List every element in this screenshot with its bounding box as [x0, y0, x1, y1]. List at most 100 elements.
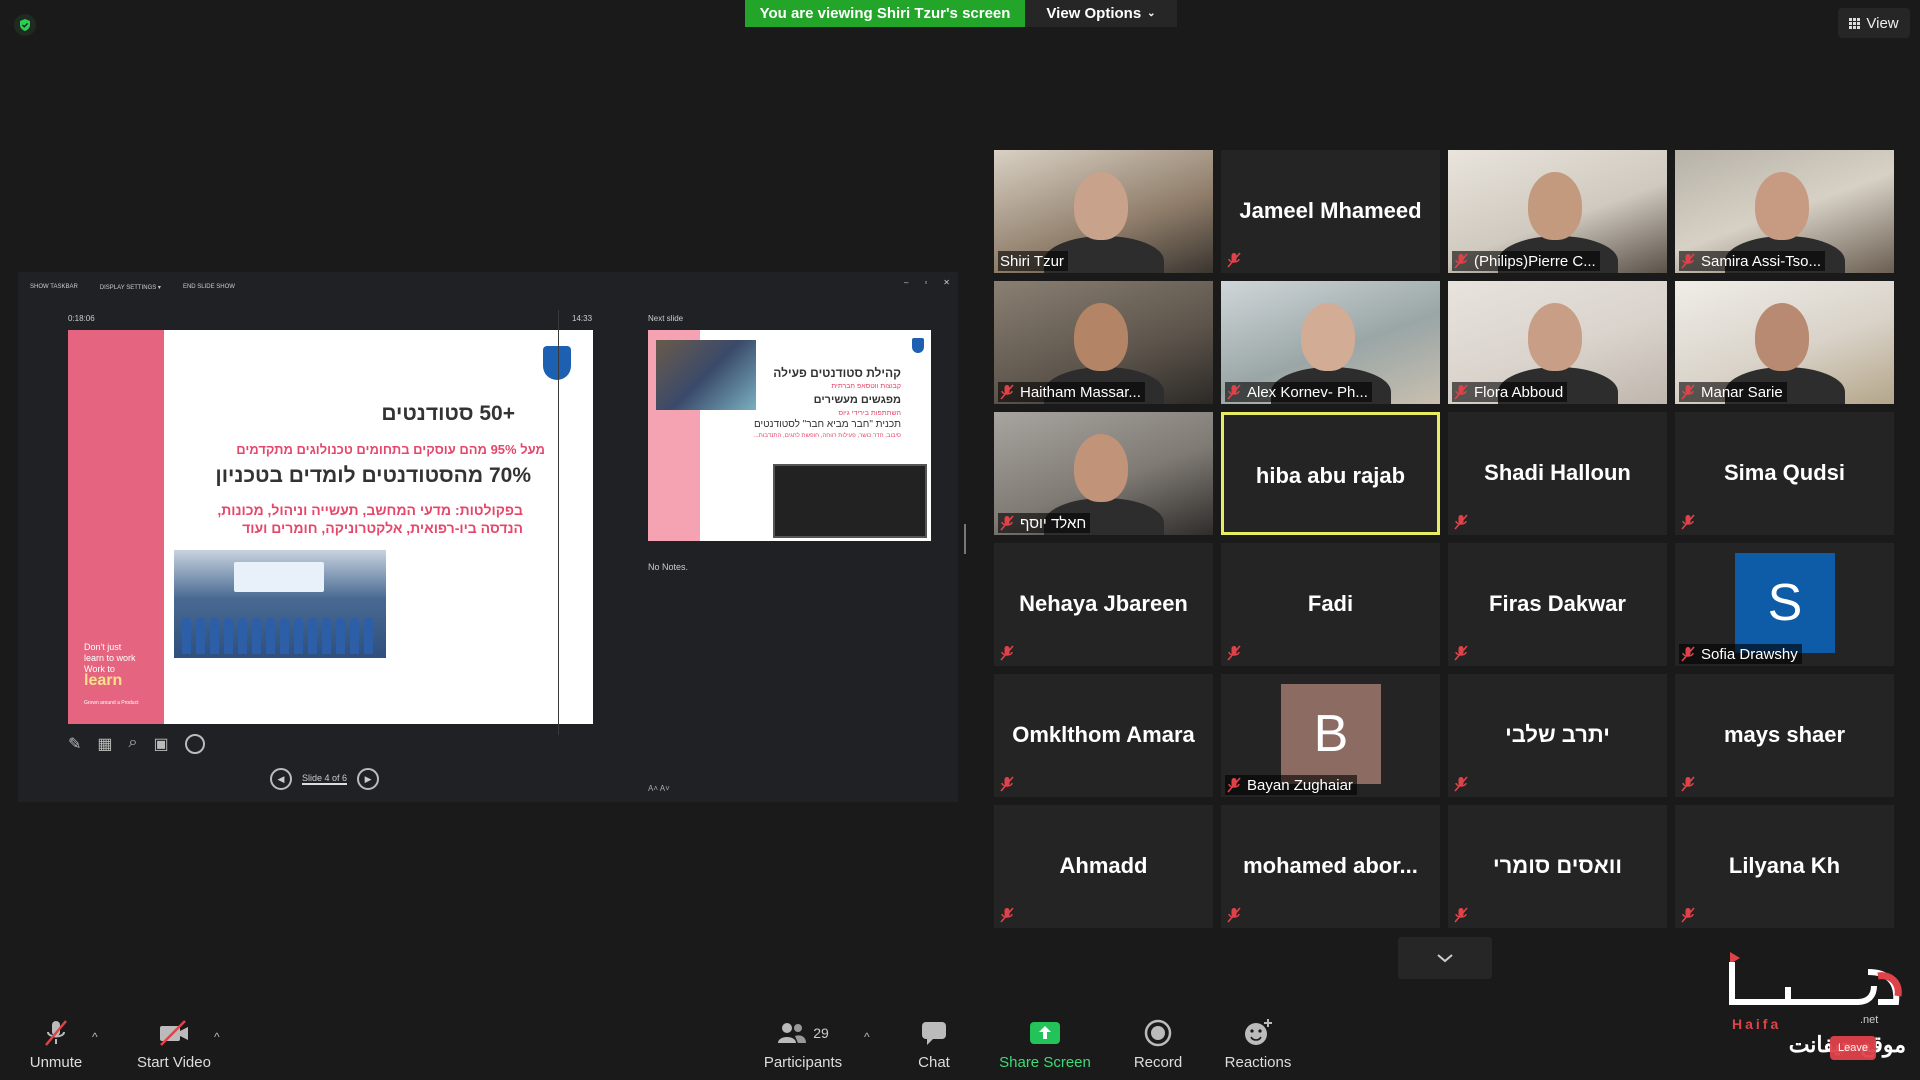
- person-face: [1528, 303, 1582, 371]
- muted-mic-icon: [1452, 513, 1470, 531]
- participant-tile[interactable]: Firas Dakwar: [1448, 543, 1667, 666]
- muted-mic-icon: [1452, 252, 1470, 270]
- participant-name: Samira Assi-Tso...: [1701, 252, 1822, 270]
- video-options-caret-icon[interactable]: ^: [214, 1030, 220, 1044]
- person-face: [1301, 303, 1355, 371]
- next-slide-icon[interactable]: ▶: [357, 768, 380, 790]
- microphone-muted-icon: [42, 1018, 70, 1048]
- participant-tile[interactable]: Shadi Halloun: [1448, 412, 1667, 535]
- reactions-button[interactable]: Reactions: [1222, 1018, 1294, 1071]
- participant-tile[interactable]: mohamed abor...: [1221, 805, 1440, 928]
- participant-tile[interactable]: (Philips)Pierre C...: [1448, 150, 1667, 273]
- slide-headline: +50 סטודנטים: [381, 402, 515, 425]
- view-splitter-handle[interactable]: [964, 524, 966, 554]
- participant-tile[interactable]: Jameel Mhameed: [1221, 150, 1440, 273]
- slide-line-2: 70% מהסטודנטים לומדים בטכניון: [215, 464, 531, 487]
- muted-mic-icon: [998, 906, 1016, 924]
- participant-name: Shadi Halloun: [1484, 460, 1631, 485]
- participant-tile[interactable]: וואסים סומרי: [1448, 805, 1667, 928]
- participant-tile[interactable]: B Bayan Zughaiar: [1221, 674, 1440, 797]
- participant-tile[interactable]: יתרב שלבי: [1448, 674, 1667, 797]
- muted-mic-icon: [1225, 906, 1243, 924]
- participants-icon: [778, 1023, 807, 1043]
- zoom-icon[interactable]: ⌕: [129, 734, 138, 754]
- prev-slide-icon[interactable]: ◀: [270, 768, 292, 790]
- participant-label: (Philips)Pierre C...: [1452, 251, 1600, 271]
- font-size-controls[interactable]: A˄ A˅: [648, 784, 670, 793]
- current-slide: Don't just learn to work Work to learn G…: [68, 330, 593, 724]
- close-icon[interactable]: ✕: [943, 278, 950, 287]
- more-options-icon[interactable]: [184, 734, 205, 754]
- display-settings-button[interactable]: DISPLAY SETTINGS ▾: [100, 284, 161, 291]
- audio-options-caret-icon[interactable]: ^: [92, 1030, 98, 1044]
- leave-button[interactable]: Leave: [1830, 1036, 1876, 1060]
- participants-caret-icon[interactable]: ^: [864, 1030, 870, 1044]
- participants-button[interactable]: 29 Participants: [760, 1018, 846, 1071]
- chat-button[interactable]: Chat: [906, 1018, 962, 1071]
- end-slide-show-button[interactable]: END SLIDE SHOW: [183, 284, 235, 290]
- participant-tile[interactable]: Fadi: [1221, 543, 1440, 666]
- participant-tile[interactable]: Sima Qudsi: [1675, 412, 1894, 535]
- show-taskbar-button[interactable]: SHOW TASKBAR: [30, 284, 78, 290]
- unmute-button[interactable]: Unmute: [26, 1018, 86, 1071]
- start-video-button[interactable]: Start Video: [132, 1018, 216, 1071]
- share-screen-button[interactable]: Share Screen: [998, 1018, 1092, 1071]
- chat-label: Chat: [918, 1054, 950, 1071]
- participant-name: Ahmadd: [1059, 853, 1148, 878]
- participant-tile[interactable]: hiba abu rajab: [1221, 412, 1440, 535]
- record-icon: [1144, 1018, 1172, 1048]
- presentation-clock: 14:33: [572, 314, 593, 323]
- muted-mic-icon: [1225, 644, 1243, 662]
- participant-tile[interactable]: Haitham Massar...: [994, 281, 1213, 404]
- participant-name: mays shaer: [1723, 722, 1846, 747]
- all-slides-icon[interactable]: ▦: [97, 734, 112, 754]
- share-screen-label: Share Screen: [999, 1054, 1091, 1071]
- black-screen-icon[interactable]: ▣: [154, 734, 169, 754]
- slide-tagline: Don't just learn to work Work to learn G…: [84, 642, 139, 706]
- participant-name: Shiri Tzur: [1000, 252, 1064, 270]
- participant-tile[interactable]: Manar Sarie: [1675, 281, 1894, 404]
- participant-tile[interactable]: Samira Assi-Tso...: [1675, 150, 1894, 273]
- participant-name: Lilyana Kh: [1728, 853, 1841, 878]
- philips-logo-icon: [543, 346, 571, 380]
- participant-name: Bayan Zughaiar: [1247, 776, 1353, 794]
- unmute-label: Unmute: [29, 1054, 83, 1071]
- participant-tile[interactable]: חאלד יוסף: [994, 412, 1213, 535]
- watermark-brand: Haifa: [1732, 1016, 1782, 1032]
- person-face: [1755, 303, 1809, 371]
- participant-tile[interactable]: S Sofia Drawshy: [1675, 543, 1894, 666]
- minimize-icon[interactable]: –: [904, 278, 908, 287]
- philips-logo-small-icon: [912, 338, 924, 353]
- restore-icon[interactable]: ▫: [924, 278, 927, 287]
- participant-tile[interactable]: Nehaya Jbareen: [994, 543, 1213, 666]
- participant-tile[interactable]: Omklthom Amara: [994, 674, 1213, 797]
- participant-tile[interactable]: Alex Kornev- Ph...: [1221, 281, 1440, 404]
- muted-mic-icon: [1225, 251, 1243, 269]
- pen-icon[interactable]: ✎: [68, 734, 81, 754]
- security-shield-icon[interactable]: [14, 14, 36, 36]
- slide-line-3: בפקולטות: מדעי המחשב, תעשייה וניהול, מכו…: [217, 502, 523, 518]
- participant-tile[interactable]: Shiri Tzur: [994, 150, 1213, 273]
- participant-tile[interactable]: Flora Abboud: [1448, 281, 1667, 404]
- muted-mic-icon: [1679, 513, 1697, 531]
- view-options-button[interactable]: View Options ⌄: [1025, 0, 1177, 27]
- participant-tile[interactable]: mays shaer: [1675, 674, 1894, 797]
- participants-count: 29: [813, 1025, 829, 1041]
- presenter-toolbar: SHOW TASKBAR DISPLAY SETTINGS ▾ END SLID…: [30, 280, 235, 294]
- gallery-next-page-button[interactable]: [1398, 937, 1492, 979]
- participant-tile[interactable]: Lilyana Kh: [1675, 805, 1894, 928]
- haifa-net-watermark: Haifa .net موقع حيفانت Leave: [1728, 952, 1906, 1062]
- participant-tile[interactable]: Ahmadd: [994, 805, 1213, 928]
- record-button[interactable]: Record: [1130, 1018, 1186, 1071]
- view-layout-button[interactable]: View: [1838, 8, 1910, 38]
- viewing-share-banner: You are viewing Shiri Tzur's screen: [745, 0, 1025, 27]
- participant-name: וואסים סומרי: [1492, 853, 1623, 878]
- muted-mic-icon: [1679, 775, 1697, 793]
- participants-label: Participants: [763, 1054, 843, 1071]
- participant-label: חאלד יוסף: [998, 513, 1091, 533]
- muted-mic-icon: [1225, 383, 1243, 401]
- shared-screen-area[interactable]: SHOW TASKBAR DISPLAY SETTINGS ▾ END SLID…: [18, 272, 958, 802]
- presentation-timer: 0:18:06: [68, 314, 95, 323]
- participant-name: Alex Kornev- Ph...: [1247, 383, 1368, 401]
- person-face: [1074, 303, 1128, 371]
